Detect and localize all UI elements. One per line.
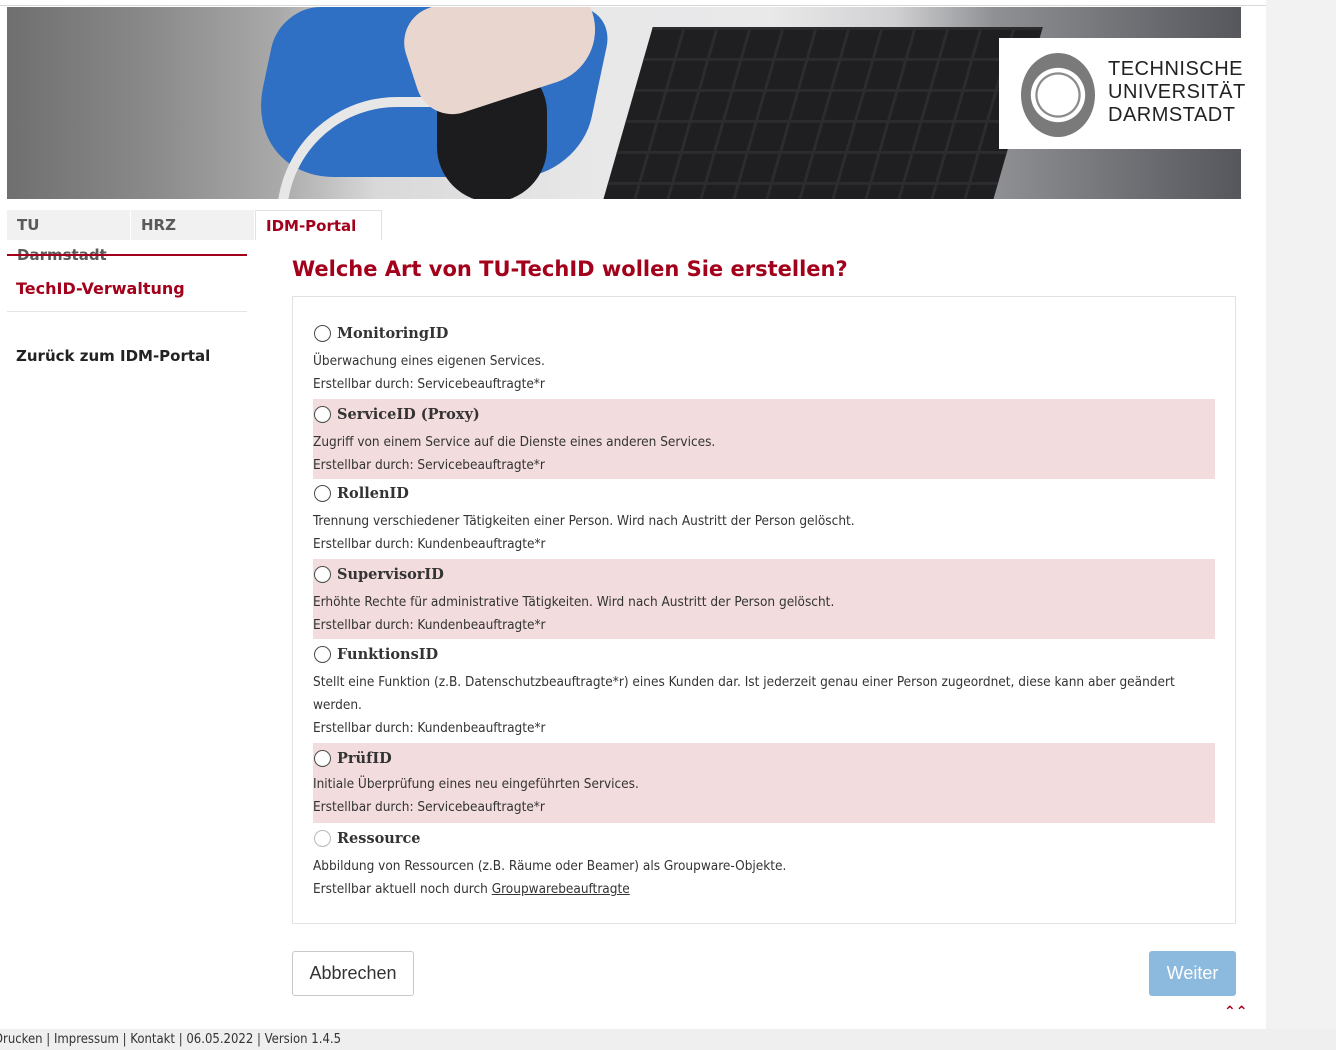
breadcrumb-idm-portal[interactable]: IDM-Portal [255,210,382,240]
option-creator: Erstellbar durch: Kundenbeauftragte*r [313,720,546,736]
option-label: SupervisorID [337,565,444,583]
option-creator: Erstellbar aktuell noch durch Groupwareb… [313,881,630,897]
option-creator: Erstellbar durch: Kundenbeauftragte*r [313,617,546,633]
breadcrumb: TU Darmstadt HRZ IDM-Portal [7,210,382,264]
option-label: RollenID [337,484,409,502]
logo-wordmark: TECHNISCHE UNIVERSITÄT DARMSTADT [1108,58,1246,126]
sidebar-item-back-to-portal[interactable]: Zurück zum IDM-Portal [7,312,247,365]
sidebar: TechID-Verwaltung Zurück zum IDM-Portal [7,254,247,365]
option-label: FunktionsID [337,645,439,663]
scroll-gutter [1266,0,1336,1050]
banner-keyboard-graphic [601,27,1043,199]
techid-type-options: MonitoringID Überwachung eines eigenen S… [292,296,1236,924]
option-serviceid-proxy[interactable]: ServiceID (Proxy) Zugriff von einem Serv… [313,399,1215,479]
option-supervisorid[interactable]: SupervisorID Erhöhte Rechte für administ… [313,559,1215,639]
footer: Drucken | Impressum | Kontakt | 06.05.20… [0,1029,1336,1050]
breadcrumb-tu-darmstadt[interactable]: TU Darmstadt [7,210,131,264]
radio-ressource[interactable] [314,829,331,847]
option-description: Überwachung eines eigenen Services. [313,353,545,369]
option-rollenid[interactable]: RollenID Trennung verschiedener Tätigkei… [313,481,1215,559]
option-creator: Erstellbar durch: Servicebeauftragte*r [313,376,545,392]
option-label: ServiceID (Proxy) [337,405,480,423]
option-creator: Erstellbar durch: Kundenbeauftragte*r [313,536,546,552]
option-label: Ressource [337,829,421,847]
option-description: Stellt eine Funktion (z.B. Datenschutzbe… [313,674,1175,713]
option-ressource[interactable]: Ressource Abbildung von Ressourcen (z.B.… [313,826,1215,906]
option-description: Abbildung von Ressourcen (z.B. Räume ode… [313,858,787,874]
option-description: Erhöhte Rechte für administrative Tätigk… [313,594,835,610]
top-divider [0,5,1336,6]
breadcrumb-hrz[interactable]: HRZ [131,210,255,240]
cancel-button[interactable]: Abbrechen [292,951,414,996]
radio-funktionsid[interactable] [314,645,331,663]
option-creator: Erstellbar durch: Servicebeauftragte*r [313,799,545,815]
footer-links[interactable]: Drucken | Impressum | Kontakt | 06.05.20… [0,1032,341,1047]
option-funktionsid[interactable]: FunktionsID Stellt eine Funktion (z.B. D… [313,642,1215,742]
option-pruefid[interactable]: PrüfID Initiale Überprüfung eines neu ei… [313,743,1215,823]
radio-rollenid[interactable] [314,484,331,502]
page-title: Welche Art von TU-TechID wollen Sie erst… [292,257,848,281]
sidebar-item-techid-verwaltung[interactable]: TechID-Verwaltung [7,254,247,312]
double-chevron-up-icon[interactable]: ⌃⌃ [1224,1004,1247,1020]
groupware-contact-link[interactable]: Groupwarebeauftragte [492,881,630,897]
option-monitoringid[interactable]: MonitoringID Überwachung eines eigenen S… [313,321,1215,399]
option-description: Zugriff von einem Service auf die Dienst… [313,434,716,450]
option-description: Initiale Überprüfung eines neu eingeführ… [313,776,639,792]
radio-serviceid-proxy[interactable] [314,405,331,423]
option-creator: Erstellbar durch: Servicebeauftragte*r [313,457,545,473]
radio-monitoringid[interactable] [314,324,331,342]
option-label: PrüfID [337,749,392,767]
option-label: MonitoringID [337,324,449,342]
option-description: Trennung verschiedener Tätigkeiten einer… [313,513,855,529]
university-logo[interactable]: TECHNISCHE UNIVERSITÄT DARMSTADT [999,38,1245,149]
athena-seal-icon [1021,53,1095,137]
radio-pruefid[interactable] [314,749,331,767]
next-button[interactable]: Weiter [1149,951,1236,996]
radio-supervisorid[interactable] [314,565,331,583]
